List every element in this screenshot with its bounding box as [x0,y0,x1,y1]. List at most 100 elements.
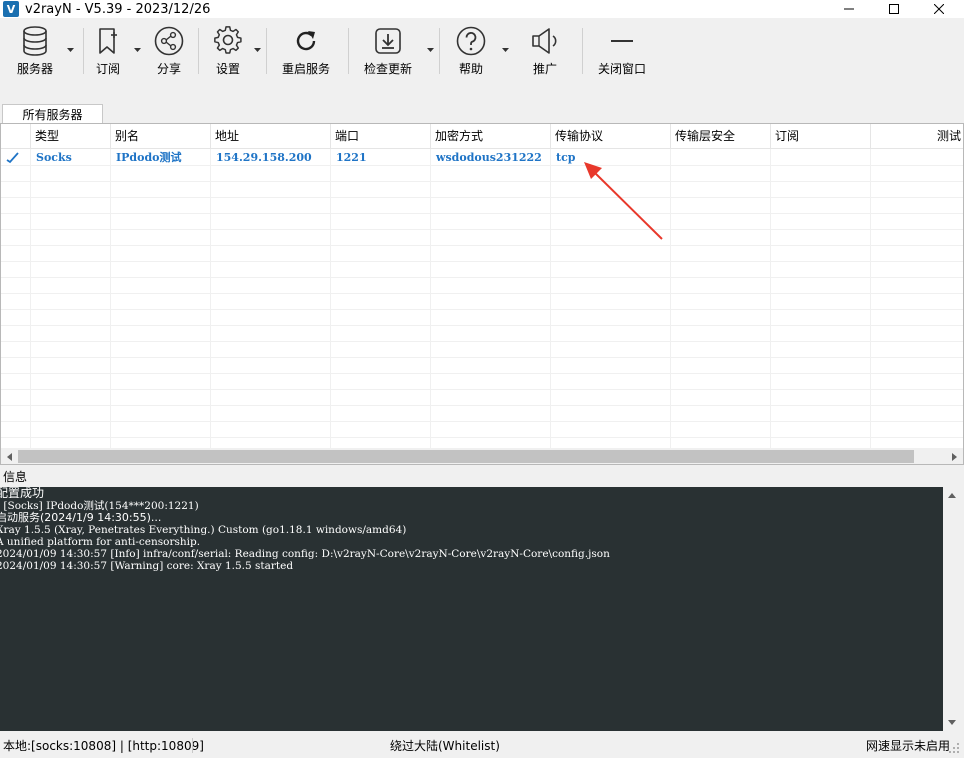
grid-line [1,357,963,358]
settings-dropdown-arrow[interactable] [253,46,261,54]
column-header-tls[interactable]: 传输层安全 [671,124,771,149]
column-header-indicator[interactable] [1,124,31,149]
cell-address: 154.29.158.200 [216,151,312,164]
restart-service-label: 重启服务 [281,62,330,76]
scroll-up-button[interactable] [943,487,961,504]
status-separator [192,738,193,753]
log-output[interactable]: 配置成功 ] [Socks] IPdodo测试(154***200:1221) … [0,487,943,731]
status-bar: 本地:[socks:10808] | [http:10809] 绕过大陆(Whi… [0,733,964,758]
tab-all-servers[interactable]: 所有服务器 [2,104,103,123]
vertical-scrollbar[interactable] [943,487,961,731]
bookmark-add-icon [99,28,117,54]
cell-test [871,150,876,166]
subscription-label: 订阅 [95,62,120,76]
scrollbar-thumb[interactable] [18,450,914,463]
column-header-subscription[interactable]: 订阅 [771,124,871,149]
status-local-ports: 本地:[socks:10808] | [http:10809] [3,739,204,753]
share-label: 分享 [156,62,181,76]
tab-all-servers-label: 所有服务器 [22,107,83,122]
subscription-button[interactable]: 订阅 [89,24,127,80]
servers-label: 服务器 [16,62,53,76]
settings-button[interactable]: 设置 [208,24,248,80]
share-button[interactable]: 分享 [150,24,188,80]
download-icon [375,28,401,54]
minimize-bar-icon [611,40,633,42]
caret-up-icon [948,493,956,498]
toolbar-separator [582,28,583,74]
toolbar: 服务器 订阅 分享 设置 重启服务 检查更新 帮助 推广 关闭窗口 [0,24,964,80]
help-button[interactable]: 帮助 [452,24,490,80]
database-icon [23,26,47,56]
server-list[interactable]: 类型 别名 地址 端口 加密方式 传输协议 传输层安全 订阅 测试 Socks … [0,123,964,465]
resize-grip-icon[interactable] [948,742,960,754]
column-header-security[interactable]: 加密方式 [431,124,551,149]
megaphone-icon [532,28,557,54]
scroll-down-button[interactable] [943,714,961,731]
check-update-dropdown-arrow[interactable] [426,46,434,54]
caret-down-icon [253,48,261,52]
status-routing-mode[interactable]: 绕过大陆(Whitelist) [390,737,500,754]
toolbar-separator [83,28,84,74]
check-update-button[interactable]: 检查更新 [362,24,414,80]
share-icon [154,26,184,56]
grid-line [1,277,963,278]
column-header-address[interactable]: 地址 [211,124,331,149]
grid-line [330,149,331,449]
window-title: v2rayN - V5.39 - 2023/12/26 [25,1,211,17]
maximize-button[interactable] [871,0,917,18]
scroll-left-button[interactable] [1,448,18,464]
grid-line [770,149,771,449]
grid-line [1,373,963,374]
caret-down-icon [133,48,141,52]
grid-line [1,213,963,214]
promotion-label: 推广 [532,62,557,76]
grid-line [1,229,963,230]
log-line: 2024/01/09 14:30:57 [Info] infra/conf/se… [0,548,610,560]
scroll-right-button[interactable] [946,448,963,464]
grid-line [1,437,963,438]
settings-label: 设置 [215,62,240,76]
grid-line [550,149,551,449]
grid-line [110,149,111,449]
cell-security: wsdodous231222 [436,151,542,164]
grid-line [1,197,963,198]
cell-type: Socks [36,151,72,164]
grid-line [210,149,211,449]
maximize-icon [889,4,899,14]
grid-line [1,261,963,262]
grid-line [430,149,431,449]
column-header-alias[interactable]: 别名 [111,124,211,149]
grid-line [1,341,963,342]
grid-line [1,389,963,390]
cell-alias: IPdodo测试 [116,151,182,164]
column-header-network[interactable]: 传输协议 [551,124,671,149]
servers-dropdown-arrow[interactable] [66,46,74,54]
restart-service-button[interactable]: 重启服务 [280,24,332,80]
log-line: A unified platform for anti-censorship. [0,536,201,548]
caret-down-icon [948,720,956,725]
grid-line [1,421,963,422]
grid-line [670,149,671,449]
column-header-test[interactable]: 测试 [871,124,963,149]
toolbar-separator [198,28,199,74]
servers-button[interactable]: 服务器 [12,24,58,80]
log-line: 2024/01/09 14:30:57 [Warning] core: Xray… [0,560,294,572]
close-icon [934,4,944,14]
horizontal-scrollbar[interactable] [1,448,963,464]
grid-line [30,149,31,449]
grid-line [1,245,963,246]
caret-left-icon [7,452,12,461]
column-header-port[interactable]: 端口 [331,124,431,149]
minimize-button[interactable] [826,0,872,18]
close-button[interactable] [916,0,962,18]
help-label: 帮助 [458,62,483,76]
check-update-label: 检查更新 [363,62,412,76]
help-dropdown-arrow[interactable] [501,46,509,54]
column-header-type[interactable]: 类型 [31,124,111,149]
subscription-dropdown-arrow[interactable] [133,46,141,54]
close-window-button[interactable]: 关闭窗口 [596,24,648,80]
v2rayn-logo-icon: V [3,1,19,17]
grid-line [1,181,963,182]
promotion-button[interactable]: 推广 [526,24,564,80]
grid-line [1,309,963,310]
